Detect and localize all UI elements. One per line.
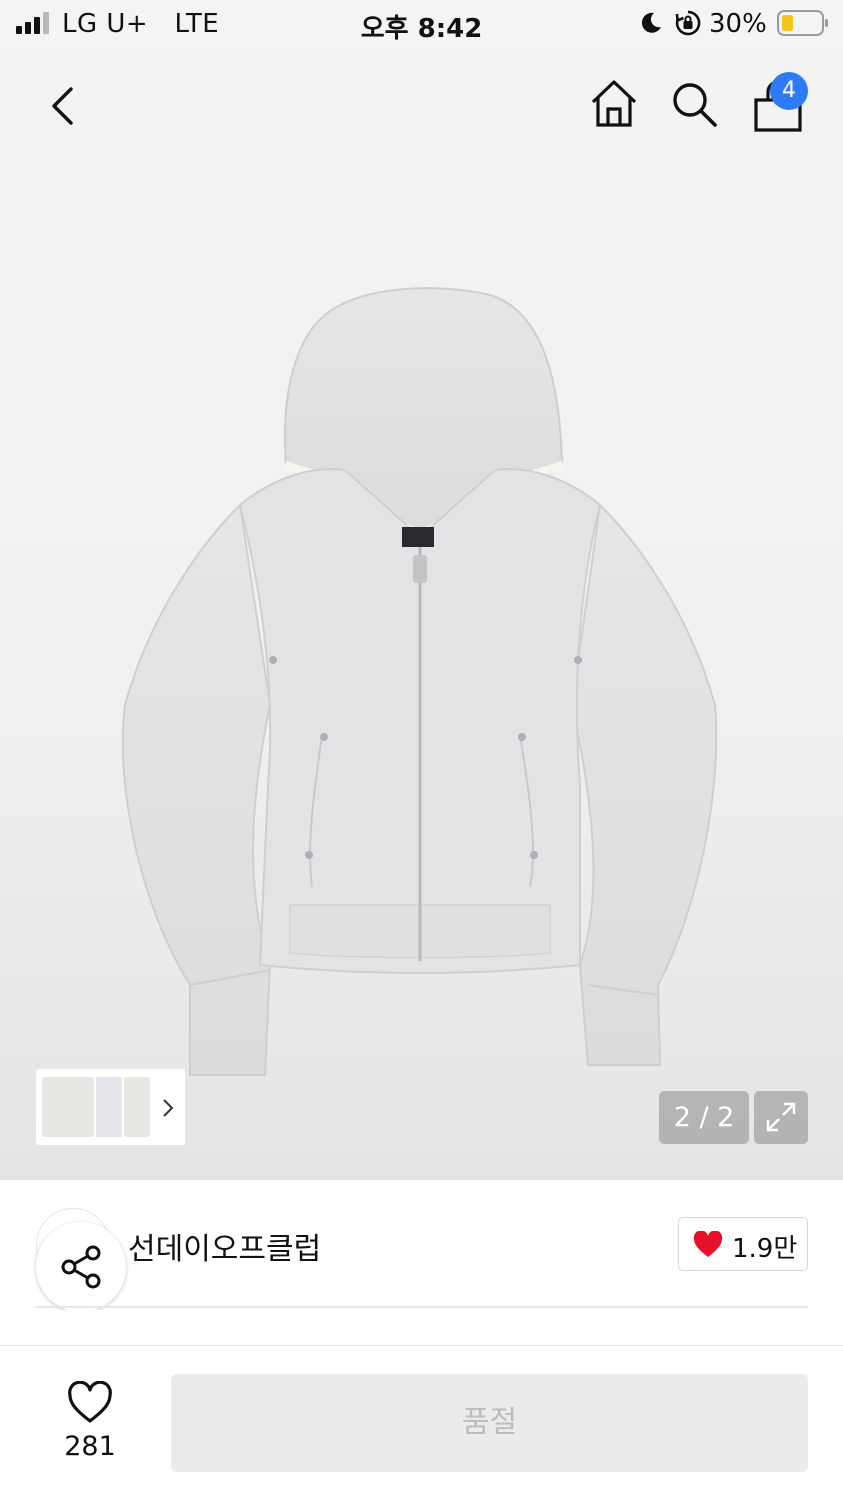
chevron-right-icon[interactable] bbox=[160, 1097, 176, 1119]
bottom-action-bar: 281 품절 bbox=[0, 1347, 843, 1500]
battery-icon bbox=[777, 10, 828, 36]
brand-name[interactable]: 선데이오프클럽 bbox=[128, 1224, 321, 1268]
moon-icon bbox=[641, 12, 661, 33]
thumbnail-strip[interactable] bbox=[36, 1069, 185, 1145]
status-bar: LG U+ LTE 오후 8:42 30% bbox=[0, 0, 843, 50]
share-button[interactable] bbox=[36, 1222, 126, 1312]
brand-row: 선데이오프클럽 1.9만 bbox=[0, 1180, 843, 1312]
thumbnail-2[interactable] bbox=[96, 1077, 122, 1137]
brand-like-button[interactable]: 1.9만 bbox=[678, 1217, 808, 1271]
brand-like-count: 1.9만 bbox=[732, 1234, 798, 1264]
cart-count-badge: 4 bbox=[770, 72, 808, 110]
rotation-lock-icon bbox=[675, 10, 701, 36]
heart-filled-icon bbox=[693, 1231, 723, 1257]
expand-button[interactable] bbox=[754, 1091, 808, 1144]
share-icon bbox=[61, 1245, 101, 1289]
thumbnail-1[interactable] bbox=[42, 1077, 94, 1137]
home-icon[interactable] bbox=[588, 78, 640, 130]
product-image-gallery[interactable]: 4 2 / 2 bbox=[0, 50, 843, 1180]
sold-out-button[interactable]: 품절 bbox=[171, 1374, 808, 1472]
heart-outline-icon[interactable] bbox=[66, 1381, 114, 1425]
divider bbox=[36, 1306, 808, 1308]
chevron-left-icon[interactable] bbox=[38, 80, 90, 132]
section-gap bbox=[0, 1310, 843, 1346]
wish-count: 281 bbox=[64, 1431, 116, 1462]
product-image bbox=[121, 287, 718, 1076]
image-counter: 2 / 2 bbox=[659, 1091, 749, 1144]
battery-percent: 30% bbox=[709, 9, 767, 39]
search-icon[interactable] bbox=[668, 78, 720, 130]
expand-icon bbox=[766, 1102, 796, 1132]
thumbnail-3[interactable] bbox=[124, 1077, 150, 1137]
